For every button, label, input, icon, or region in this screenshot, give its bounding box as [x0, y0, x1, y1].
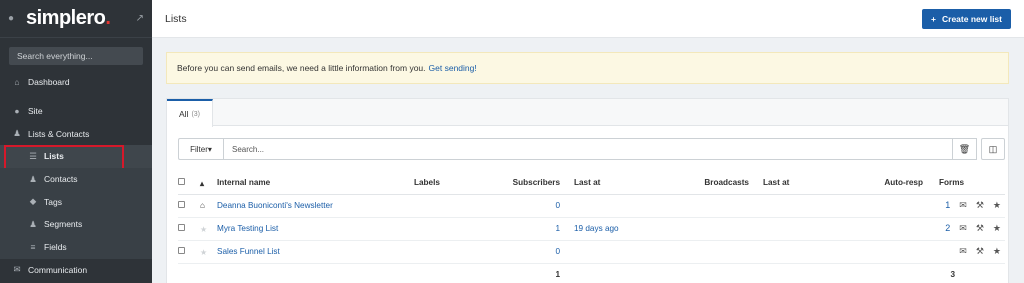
- user-icon: ♟: [13, 128, 21, 139]
- row-checkbox[interactable]: [178, 247, 185, 254]
- star-icon[interactable]: ★: [993, 200, 1001, 211]
- col-last-at-broadcast[interactable]: Last at: [763, 172, 854, 195]
- sidebar-item-segments[interactable]: ♟ Segments: [0, 213, 152, 236]
- wrench-icon[interactable]: ⚒: [976, 200, 984, 211]
- globe-icon: ●: [14, 106, 20, 117]
- envelope-icon[interactable]: ✉: [959, 246, 967, 257]
- sidebar-header: ● simplero. ↗: [0, 0, 152, 38]
- table-row: ★ Myra Testing List 1 19 days ago 2 ✉ ⚒ ★: [178, 217, 1005, 241]
- star-outline-icon[interactable]: ★: [200, 240, 217, 264]
- home-icon: ⌂: [14, 77, 20, 88]
- sidebar-item-site[interactable]: ● Site: [0, 100, 152, 123]
- sidebar-item-tags[interactable]: ◆ Tags: [0, 190, 152, 214]
- fields-icon: ≡: [30, 242, 36, 253]
- sidebar-item-dashboard[interactable]: ⌂ Dashboard: [0, 71, 152, 94]
- setup-notice: Before you can send emails, we need a li…: [166, 52, 1009, 84]
- list-search-input[interactable]: Search...: [223, 138, 953, 160]
- subscribers-count[interactable]: 1: [484, 217, 560, 241]
- lists-table: ▴ Internal name Labels Subscribers Last …: [178, 172, 1005, 283]
- list-name-link[interactable]: Sales Funnel List: [217, 240, 414, 264]
- lightbulb-icon[interactable]: ●: [8, 13, 20, 24]
- table-header-row: ▴ Internal name Labels Subscribers Last …: [178, 172, 1005, 195]
- external-link-icon[interactable]: ↗: [136, 13, 144, 24]
- row-checkbox[interactable]: [178, 224, 185, 231]
- page-title: Lists: [165, 12, 187, 25]
- col-forms[interactable]: Forms: [939, 172, 1005, 195]
- col-labels[interactable]: Labels: [414, 172, 484, 195]
- home-icon: ⌂: [200, 194, 217, 218]
- table-row: ★ Sales Funnel List 0 ✉ ⚒ ★: [178, 240, 1005, 264]
- get-sending-link[interactable]: Get sending!: [429, 63, 477, 73]
- forms-count[interactable]: 2: [945, 223, 950, 234]
- users-icon: ♟: [29, 218, 37, 229]
- page-header: Lists + Create new list: [152, 0, 1024, 38]
- tab-bar: All (3): [167, 99, 1008, 127]
- star-outline-icon[interactable]: ★: [200, 217, 217, 241]
- sidebar-item-communication[interactable]: ✉ Communication: [0, 259, 152, 282]
- col-last-at[interactable]: Last at: [574, 172, 679, 195]
- col-broadcasts[interactable]: Broadcasts: [679, 172, 749, 195]
- wrench-icon[interactable]: ⚒: [976, 246, 984, 257]
- filter-dropdown[interactable]: Filter ▾: [178, 138, 223, 160]
- totals-row: 1 3: [178, 263, 1005, 283]
- last-at-value: 19 days ago: [574, 217, 679, 241]
- tags-icon: ◆: [29, 196, 37, 207]
- wrench-icon[interactable]: ⚒: [976, 223, 984, 234]
- col-subscribers[interactable]: Subscribers: [484, 172, 560, 195]
- mail-icon: ✉: [13, 264, 21, 275]
- brand-logo[interactable]: simplero.: [26, 7, 111, 30]
- sidebar: ● simplero. ↗ Search everything... ⌂ Das…: [0, 0, 152, 283]
- columns-icon[interactable]: ◫: [981, 138, 1005, 160]
- sidebar-item-fields[interactable]: ≡ Fields: [0, 235, 152, 259]
- table-row: ⌂ Deanna Buoniconti's Newsletter 0 1 ✉ ⚒ ★: [178, 194, 1005, 218]
- select-all-checkbox[interactable]: [178, 178, 185, 186]
- star-icon[interactable]: ★: [993, 223, 1001, 234]
- main-content: Lists + Create new list Before you can s…: [152, 0, 1024, 283]
- filter-toolbar: Filter ▾ Search... 🗑 ◫: [178, 138, 1005, 160]
- sidebar-item-contacts[interactable]: ♟ Contacts: [0, 167, 152, 191]
- col-internal-name[interactable]: Internal name: [217, 172, 414, 195]
- subscribers-total: 1: [555, 270, 560, 280]
- subscribers-count[interactable]: 0: [484, 194, 560, 218]
- trash-icon[interactable]: 🗑: [953, 138, 977, 160]
- search-input[interactable]: Search everything...: [9, 47, 143, 65]
- create-new-list-button[interactable]: + Create new list: [922, 8, 1011, 29]
- lists-panel: All (3) Filter ▾ Search... 🗑 ◫ ▴ Internal…: [166, 98, 1009, 283]
- col-auto-resp[interactable]: Auto-resp: [854, 172, 923, 195]
- envelope-icon[interactable]: ✉: [959, 223, 967, 234]
- forms-total: 3: [950, 270, 955, 280]
- subscribers-count[interactable]: 0: [484, 240, 560, 264]
- row-checkbox[interactable]: [178, 201, 185, 208]
- sidebar-item-lists-contacts[interactable]: ♟ Lists & Contacts: [0, 122, 152, 145]
- star-icon[interactable]: ★: [993, 246, 1001, 257]
- user-icon: ♟: [29, 173, 37, 184]
- caret-down-icon: ▾: [207, 144, 212, 154]
- list-icon: ☰: [29, 150, 37, 161]
- envelope-icon[interactable]: ✉: [959, 200, 967, 211]
- tab-all[interactable]: All (3): [167, 99, 214, 127]
- forms-count[interactable]: 1: [945, 200, 950, 211]
- list-name-link[interactable]: Deanna Buoniconti's Newsletter: [217, 194, 414, 218]
- sort-caret-icon[interactable]: ▴: [200, 172, 217, 195]
- list-name-link[interactable]: Myra Testing List: [217, 217, 414, 241]
- sidebar-item-lists[interactable]: ☰ Lists: [0, 145, 152, 174]
- plus-icon: +: [931, 13, 936, 24]
